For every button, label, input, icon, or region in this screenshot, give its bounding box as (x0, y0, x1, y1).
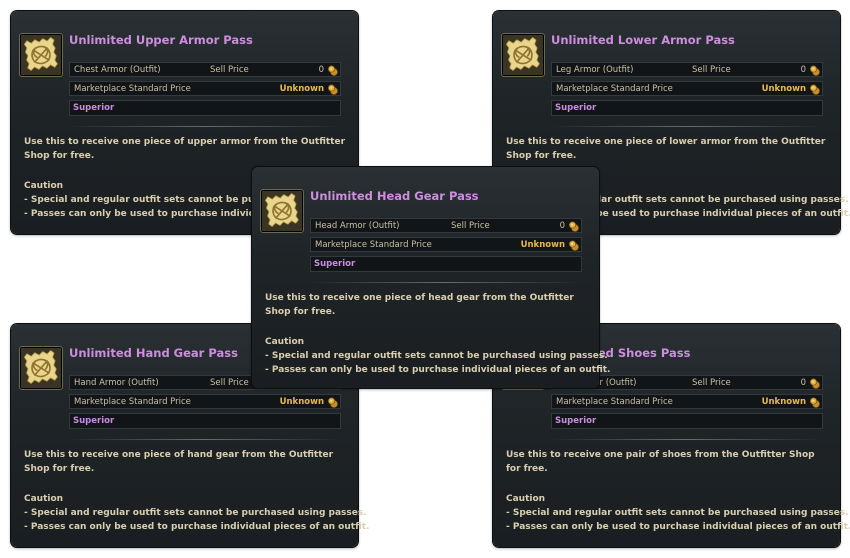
sell-price-label: Sell Price (210, 65, 249, 75)
slot-sell-row: Leg Armor (Outfit) Sell Price 0 (551, 62, 823, 77)
item-grade: Superior (555, 416, 597, 426)
marketplace-price-label: Marketplace Standard Price (315, 240, 432, 250)
divider (551, 439, 823, 440)
gold-coin-pouch-icon (327, 64, 339, 76)
item-tooltip-head-gear-pass: Unlimited Head Gear Pass Head Armor (Out… (252, 167, 611, 388)
gold-coin-pouch-icon (809, 396, 821, 408)
sell-price-label: Sell Price (210, 378, 249, 388)
grade-row: Superior (69, 100, 341, 116)
caution-line: - Passes can only be used to purchase in… (265, 365, 611, 375)
slot-sell-row: Chest Armor (Outfit) Sell Price 0 (69, 62, 341, 77)
marketplace-price-value: Unknown (761, 84, 806, 94)
divider (310, 282, 582, 283)
item-grade: Superior (73, 103, 115, 113)
slot-type: Chest Armor (Outfit) (74, 65, 161, 75)
grade-row: Superior (551, 100, 823, 116)
divider (551, 126, 823, 127)
sell-price-value: 0 (318, 65, 324, 75)
sell-price-label: Sell Price (451, 221, 490, 231)
marketplace-price-label: Marketplace Standard Price (556, 397, 673, 407)
caution-title: Caution (506, 494, 546, 504)
caution-line: - Passes can only be used to purchase in… (24, 522, 370, 532)
divider (69, 439, 341, 440)
gold-coin-pouch-icon (809, 83, 821, 95)
sell-price-label: Sell Price (692, 378, 731, 388)
item-description: Use this to receive one piece of head ge… (265, 293, 574, 317)
marketplace-row: Marketplace Standard Price Unknown (551, 394, 823, 409)
item-description: Use this to receive one piece of lower a… (506, 137, 826, 161)
marketplace-price-label: Marketplace Standard Price (556, 84, 673, 94)
sell-price-value: 0 (800, 378, 806, 388)
caution-title: Caution (265, 337, 305, 347)
marketplace-price-value: Unknown (520, 240, 565, 250)
gold-coin-pouch-icon (327, 396, 339, 408)
slot-sell-row: Head Armor (Outfit) Sell Price 0 (310, 218, 582, 233)
gold-coin-pouch-icon (809, 377, 821, 389)
slot-type: Leg Armor (Outfit) (556, 65, 634, 75)
item-description: Use this to receive one pair of shoes fr… (506, 450, 815, 474)
item-description: Use this to receive one piece of hand ge… (24, 450, 334, 474)
marketplace-price-label: Marketplace Standard Price (74, 84, 191, 94)
grade-row: Superior (551, 413, 823, 429)
slot-type: Hand Armor (Outfit) (74, 378, 159, 388)
marketplace-row: Marketplace Standard Price Unknown (310, 237, 582, 252)
sell-price-label: Sell Price (692, 65, 731, 75)
item-description: Use this to receive one piece of upper a… (24, 137, 346, 161)
item-grade: Superior (555, 103, 597, 113)
item-title: Unlimited Hand Gear Pass (69, 346, 238, 360)
gold-coin-pouch-icon (568, 220, 580, 232)
sell-price-value: 0 (559, 221, 565, 231)
gold-knot-pass-icon (501, 33, 545, 77)
item-grade: Superior (314, 259, 356, 269)
marketplace-price-label: Marketplace Standard Price (74, 397, 191, 407)
marketplace-row: Marketplace Standard Price Unknown (69, 394, 341, 409)
gold-coin-pouch-icon (327, 83, 339, 95)
caution-title: Caution (24, 494, 64, 504)
caution-block: Caution - Special and regular outfit set… (265, 335, 611, 377)
caution-block: Caution - Special and regular outfit set… (506, 492, 850, 534)
gold-knot-pass-icon (19, 346, 63, 390)
caution-block: Caution - Special and regular outfit set… (24, 492, 370, 534)
gold-knot-pass-icon (260, 189, 304, 233)
marketplace-price-value: Unknown (279, 397, 324, 407)
divider (69, 126, 341, 127)
caution-line: - Special and regular outfit sets cannot… (24, 508, 367, 518)
caution-line: - Special and regular outfit sets cannot… (506, 508, 849, 518)
item-grade: Superior (73, 416, 115, 426)
marketplace-row: Marketplace Standard Price Unknown (69, 81, 341, 96)
gold-knot-pass-icon (19, 33, 63, 77)
grade-row: Superior (310, 256, 582, 272)
sell-price-value: 0 (800, 65, 806, 75)
gold-coin-pouch-icon (568, 239, 580, 251)
caution-line: - Passes can only be used to purchase in… (506, 522, 850, 532)
marketplace-price-value: Unknown (279, 84, 324, 94)
gold-coin-pouch-icon (809, 64, 821, 76)
item-title: Unlimited Upper Armor Pass (69, 33, 253, 47)
slot-type: Head Armor (Outfit) (315, 221, 400, 231)
grade-row: Superior (69, 413, 341, 429)
item-title: Unlimited Head Gear Pass (310, 189, 479, 203)
marketplace-price-value: Unknown (761, 397, 806, 407)
marketplace-row: Marketplace Standard Price Unknown (551, 81, 823, 96)
item-title: Unlimited Lower Armor Pass (551, 33, 735, 47)
caution-line: - Special and regular outfit sets cannot… (265, 351, 608, 361)
